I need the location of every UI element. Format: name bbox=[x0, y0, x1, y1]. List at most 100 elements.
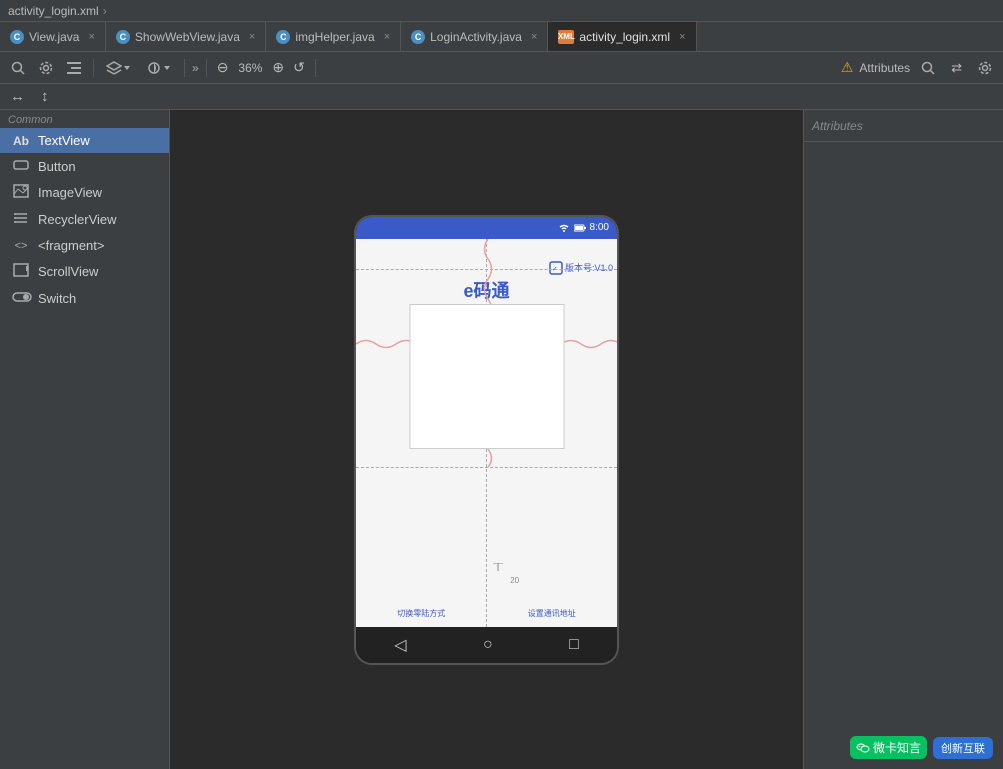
measure-value: 20 bbox=[510, 576, 519, 585]
tab-close-2[interactable]: × bbox=[249, 31, 255, 43]
attributes-title: Attributes bbox=[812, 119, 863, 133]
recyclerview-icon bbox=[12, 211, 30, 228]
settings-button[interactable] bbox=[34, 58, 58, 78]
palette-item-textview[interactable]: Ab TextView bbox=[0, 128, 169, 153]
tab-icon-2: C bbox=[116, 30, 130, 44]
toolbar-right: ⚠ Attributes ⇄ bbox=[841, 57, 997, 79]
palette-item-scrollview[interactable]: ScrollView bbox=[0, 258, 169, 285]
tab-close-3[interactable]: × bbox=[384, 31, 390, 43]
imageview-icon bbox=[12, 184, 30, 201]
search-icon bbox=[11, 61, 25, 75]
toolbar-separator-1 bbox=[93, 59, 94, 77]
tab-label-4: LoginActivity.java bbox=[430, 30, 522, 44]
button-label: Button bbox=[38, 159, 76, 174]
arrow-left-right-button[interactable]: ↔ bbox=[6, 88, 29, 105]
fragment-icon: <> bbox=[12, 240, 30, 252]
search-button[interactable] bbox=[6, 58, 30, 78]
dropdown-arrow-icon2 bbox=[162, 63, 172, 73]
tab-label-2: ShowWebView.java bbox=[135, 30, 240, 44]
nav-recent-button: □ bbox=[569, 636, 579, 654]
nav-back-button: ◁ bbox=[394, 635, 406, 655]
imageview-label: ImageView bbox=[38, 185, 102, 200]
indent-button[interactable] bbox=[62, 59, 86, 77]
zoom-control: ⊖ 36% ⊕ ↺ bbox=[214, 59, 308, 76]
nav-home-button: ○ bbox=[483, 636, 493, 654]
zoom-out-button[interactable]: ⊖ bbox=[214, 59, 232, 76]
watermark: 微卡知言 创新互联 bbox=[850, 736, 993, 759]
tab-imghelper-java[interactable]: C imgHelper.java × bbox=[266, 22, 401, 51]
phone-mockup: 8:00 ✓ 版本号:V1.0 e码通 bbox=[354, 215, 619, 665]
attributes-label: Attributes bbox=[859, 61, 910, 75]
attr-search-icon bbox=[921, 61, 935, 75]
bottom-links: 切换零陆方式 设置通讯地址 bbox=[356, 608, 617, 619]
tab-loginactivity-java[interactable]: C LoginActivity.java × bbox=[401, 22, 548, 51]
tab-close-5[interactable]: × bbox=[679, 31, 685, 43]
tab-label-5: activity_login.xml bbox=[579, 30, 670, 44]
title-text: activity_login.xml bbox=[8, 4, 99, 18]
wifi-icon bbox=[558, 223, 570, 233]
tab-icon-1: C bbox=[10, 30, 24, 44]
arrows-bar: ↔ ↕ bbox=[0, 84, 1003, 110]
scrollview-icon bbox=[12, 263, 30, 280]
attr-settings-button[interactable] bbox=[973, 58, 997, 78]
attr-sync-button[interactable]: ⇄ bbox=[946, 57, 967, 79]
arrow-up-down-button[interactable]: ↕ bbox=[37, 88, 53, 105]
button-icon bbox=[12, 158, 30, 174]
version-badge: ✓ 版本号:V1.0 bbox=[549, 261, 613, 275]
bottom-link-right: 设置通讯地址 bbox=[528, 608, 576, 619]
title-arrow: › bbox=[103, 4, 107, 18]
canvas-area: 8:00 ✓ 版本号:V1.0 e码通 bbox=[170, 110, 803, 769]
tab-icon-3: C bbox=[276, 30, 290, 44]
attributes-header: Attributes bbox=[804, 110, 1003, 142]
switch-icon bbox=[12, 290, 30, 306]
palette-item-switch[interactable]: Switch bbox=[0, 285, 169, 311]
palette-item-recyclerview[interactable]: RecyclerView bbox=[0, 206, 169, 233]
wechat-label: 微卡知言 bbox=[873, 739, 921, 756]
version-text: 版本号:V1.0 bbox=[565, 261, 613, 274]
fragment-label: <fragment> bbox=[38, 238, 105, 253]
tab-activity-login-xml[interactable]: XML activity_login.xml × bbox=[548, 22, 696, 51]
warning-icon: ⚠ bbox=[841, 59, 854, 76]
tab-label-3: imgHelper.java bbox=[295, 30, 374, 44]
wechat-badge: 微卡知言 bbox=[850, 736, 927, 759]
palette-item-fragment[interactable]: <> <fragment> bbox=[0, 233, 169, 258]
theme-button[interactable] bbox=[141, 58, 177, 78]
tab-bar: C View.java × C ShowWebView.java × C img… bbox=[0, 22, 1003, 52]
toolbar-separator-2 bbox=[184, 59, 185, 77]
main-layout: Common Ab TextView Button bbox=[0, 110, 1003, 769]
toolbar: » ⊖ 36% ⊕ ↺ ⚠ Attributes ⇄ bbox=[0, 52, 1003, 84]
textview-icon: Ab bbox=[12, 134, 30, 148]
textview-label: TextView bbox=[38, 133, 90, 148]
tab-close-4[interactable]: × bbox=[531, 31, 537, 43]
title-bar: activity_login.xml › bbox=[0, 0, 1003, 22]
attributes-panel: Attributes bbox=[803, 110, 1003, 769]
indent-icon bbox=[67, 62, 81, 74]
dropdown-arrow-icon bbox=[122, 63, 132, 73]
brand-label: 创新互联 bbox=[941, 743, 985, 755]
measure-label: 20 bbox=[488, 563, 519, 585]
toolbar-separator-4 bbox=[315, 59, 316, 77]
phone-time: 8:00 bbox=[590, 222, 609, 233]
scrollview-label: ScrollView bbox=[38, 264, 98, 279]
recyclerview-label: RecyclerView bbox=[38, 212, 117, 227]
zoom-in-button[interactable]: ⊕ bbox=[269, 59, 287, 76]
palette-item-imageview[interactable]: ImageView bbox=[0, 179, 169, 206]
palette-item-button[interactable]: Button bbox=[0, 153, 169, 179]
phone-nav-bar: ◁ ○ □ bbox=[356, 627, 617, 663]
gear-icon bbox=[39, 61, 53, 75]
bottom-link-left: 切换零陆方式 bbox=[397, 608, 445, 619]
layers-icon bbox=[106, 61, 122, 75]
zoom-fit-button[interactable]: ↺ bbox=[290, 59, 308, 76]
layers-button[interactable] bbox=[101, 58, 137, 78]
tab-close-1[interactable]: × bbox=[88, 31, 94, 43]
wechat-icon bbox=[856, 741, 870, 755]
brand-badge: 创新互联 bbox=[933, 737, 993, 759]
palette-section-label: Common bbox=[0, 110, 169, 128]
palette-panel: Common Ab TextView Button bbox=[0, 110, 170, 769]
tab-showwebview-java[interactable]: C ShowWebView.java × bbox=[106, 22, 266, 51]
app-title: e码通 bbox=[463, 277, 509, 303]
tab-view-java[interactable]: C View.java × bbox=[0, 22, 106, 51]
tab-label-1: View.java bbox=[29, 30, 79, 44]
attr-search-button[interactable] bbox=[916, 58, 940, 78]
login-input-box bbox=[409, 304, 564, 449]
